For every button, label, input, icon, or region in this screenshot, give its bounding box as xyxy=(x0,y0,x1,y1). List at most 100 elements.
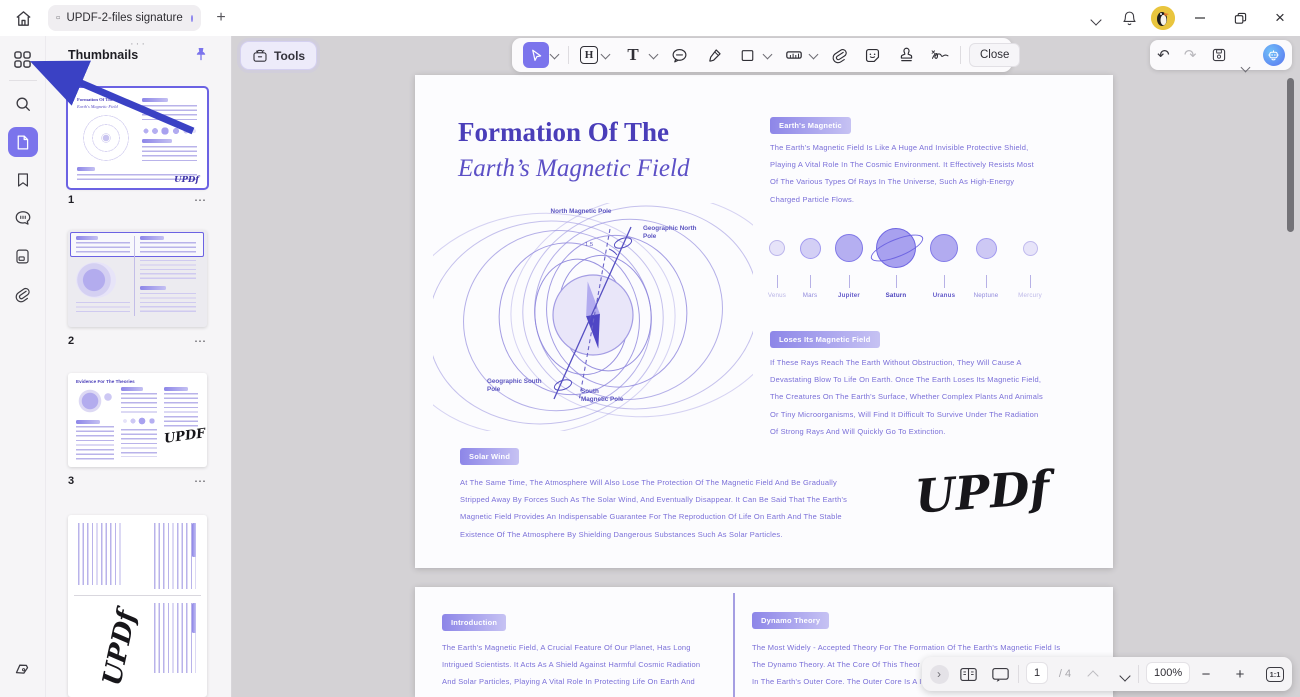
grid-icon xyxy=(13,50,32,69)
thumb2-lines2 xyxy=(140,242,196,254)
annotation-toolbar: H T Close xyxy=(512,38,1012,72)
sidebar-item-page-tools[interactable] xyxy=(8,241,38,271)
sidebar-item-panels-grid[interactable] xyxy=(8,44,38,74)
diagram-label-north-magnetic: North Magnetic Pole xyxy=(545,208,617,216)
cursor-icon xyxy=(529,48,544,63)
tab-title: UPDF-2-files signature xyxy=(66,12,182,24)
paragraph-introduction: The Earth's Magnetic Field, A Crucial Fe… xyxy=(442,639,708,691)
highlighter-tool-button[interactable] xyxy=(701,42,727,68)
save-dropdown[interactable] xyxy=(1241,64,1249,72)
toolbar-divider xyxy=(960,46,961,64)
thumb4-lines3 xyxy=(154,603,196,673)
expand-bar-button[interactable]: › xyxy=(928,662,950,686)
heading-tool-dropdown[interactable] xyxy=(601,51,609,59)
thumbnail-page-4[interactable]: UPDf xyxy=(68,515,207,697)
thumb2-lines4 xyxy=(76,302,130,312)
document-page-1[interactable]: Formation Of The Earth’s Magnetic Field xyxy=(415,75,1113,568)
next-page-button[interactable] xyxy=(1112,662,1136,686)
titlebar-chevron-button[interactable] xyxy=(1078,0,1112,36)
home-icon xyxy=(14,9,33,28)
redo-button[interactable]: ↷ xyxy=(1184,46,1197,64)
thumb1-diagram xyxy=(78,112,134,164)
thumb2-lines xyxy=(76,242,130,254)
text-tool-icon: T xyxy=(627,45,638,65)
signature-annotation[interactable]: UPDf xyxy=(913,460,1051,523)
page-number-input[interactable]: 1 xyxy=(1026,662,1048,684)
thumb2-badge3 xyxy=(140,286,166,290)
expand-icon: › xyxy=(930,665,949,684)
thumb1-textlines2 xyxy=(142,146,197,162)
more-options-icon[interactable]: ⋯ xyxy=(194,193,207,207)
sidebar-item-comments[interactable] xyxy=(8,203,38,233)
sidebar-item-search[interactable] xyxy=(8,89,38,119)
page-navigation-bar: › 1 / 4 100% − + 1:1 xyxy=(922,657,1292,691)
bell-icon xyxy=(1121,10,1138,27)
shape-tool-dropdown[interactable] xyxy=(763,51,771,59)
vertical-scrollbar[interactable] xyxy=(1287,78,1294,232)
thumbnail-page-1[interactable]: Formation Of The Earth's Magnetic Field … xyxy=(68,88,207,188)
tools-button[interactable]: Tools xyxy=(240,41,317,70)
signature-tool-button[interactable] xyxy=(927,42,953,68)
previous-page-button[interactable] xyxy=(1080,662,1104,686)
doc-title-line1: Formation Of The xyxy=(458,117,669,148)
ai-assistant-button[interactable] xyxy=(1263,44,1285,66)
planet-mars: Mars xyxy=(793,225,827,299)
thumbnail-page-3[interactable]: Evidence For The Theories UPDF xyxy=(68,373,207,467)
account-button[interactable] xyxy=(1146,0,1180,36)
thumb2-lines3 xyxy=(140,260,196,282)
sidebar-item-attachments[interactable] xyxy=(8,279,38,309)
close-toolbar-button[interactable]: Close xyxy=(969,43,1020,67)
text-tool-dropdown[interactable] xyxy=(649,51,657,59)
undo-button[interactable]: ↶ xyxy=(1157,46,1170,64)
planet-mercury: Mercury xyxy=(1013,225,1047,299)
attachment-tool-button[interactable] xyxy=(826,42,852,68)
actual-size-button[interactable]: 1:1 xyxy=(1262,662,1288,686)
select-tool-button[interactable] xyxy=(523,42,549,68)
thumb3-badge xyxy=(76,420,100,424)
sidebar-item-pen-settings[interactable] xyxy=(8,655,38,685)
page-number-label: 1 xyxy=(68,194,74,206)
chevron-down-icon xyxy=(1091,14,1100,23)
signature-icon xyxy=(930,46,950,64)
comment-tool-button[interactable] xyxy=(666,42,692,68)
stamp-tool-button[interactable] xyxy=(893,42,919,68)
more-options-icon[interactable]: ⋯ xyxy=(194,334,207,348)
zoom-out-button[interactable]: − xyxy=(1194,662,1218,686)
measure-tool-button[interactable] xyxy=(781,42,807,68)
shape-tool-button[interactable] xyxy=(734,42,760,68)
dynamo-line-1: The Most Widely - Accepted Theory For Th… xyxy=(752,639,1097,656)
more-options-icon[interactable]: ⋯ xyxy=(194,474,207,488)
sidebar-item-thumbnails[interactable] xyxy=(8,127,38,157)
paperclip-icon xyxy=(14,286,31,303)
presentation-mode-button[interactable] xyxy=(986,662,1014,686)
maximize-button[interactable] xyxy=(1220,0,1260,36)
comments-icon xyxy=(14,209,32,227)
thumb4-divider xyxy=(74,595,201,596)
measure-tool-dropdown[interactable] xyxy=(809,51,817,59)
notifications-button[interactable] xyxy=(1112,0,1146,36)
sidebar-item-bookmarks[interactable] xyxy=(8,165,38,195)
zoom-in-button[interactable]: + xyxy=(1228,662,1252,686)
thumbnail-page-2[interactable] xyxy=(68,230,207,327)
paragraph-earths-magnetic: The Earth's Magnetic Field Is Like A Hug… xyxy=(770,139,1040,208)
ruler-icon xyxy=(785,46,803,64)
page-total-label: / 4 xyxy=(1052,662,1078,686)
minimize-button[interactable] xyxy=(1180,0,1220,36)
new-tab-button[interactable]: + xyxy=(210,7,232,29)
save-button[interactable] xyxy=(1211,47,1227,63)
pin-panel-button[interactable] xyxy=(193,46,209,62)
heading-tool-button[interactable]: H xyxy=(576,42,602,68)
document-tab[interactable]: UPDF-2-files signature xyxy=(48,5,201,31)
thumb1-badge2 xyxy=(142,139,172,143)
text-tool-button[interactable]: T xyxy=(620,42,646,68)
diagram-label-south-magnetic: South Magnetic Pole xyxy=(581,388,625,404)
paperclip-icon xyxy=(831,47,848,64)
zoom-level-input[interactable]: 100% xyxy=(1146,662,1190,684)
marker-pen-icon xyxy=(706,47,723,64)
close-window-button[interactable]: × xyxy=(1260,0,1300,36)
sticker-tool-button[interactable] xyxy=(859,42,885,68)
page-layout-view-button[interactable] xyxy=(954,662,982,686)
select-tool-dropdown[interactable] xyxy=(550,51,558,59)
home-button[interactable] xyxy=(10,5,37,32)
doc-title-line2: Earth’s Magnetic Field xyxy=(458,155,689,183)
